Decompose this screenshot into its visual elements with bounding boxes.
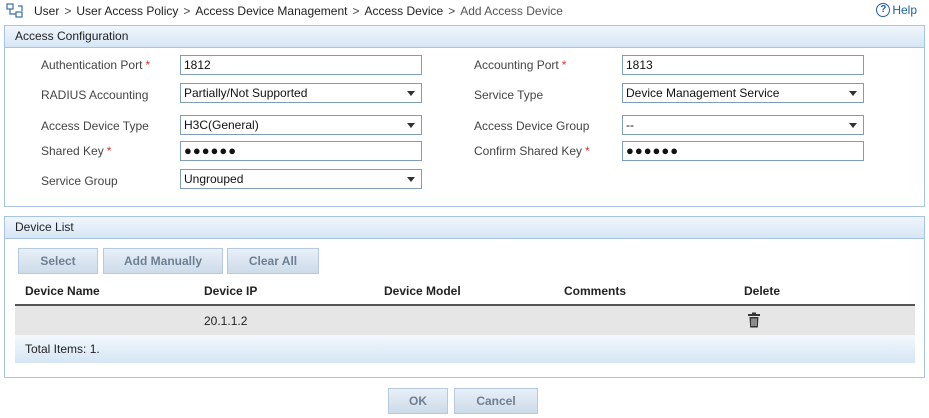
clear-all-button[interactable]: Clear All <box>227 248 319 274</box>
chevron-down-icon <box>407 123 415 128</box>
column-header-device-ip[interactable]: Device IP <box>204 284 257 298</box>
breadcrumb-item-access-device-management[interactable]: Access Device Management <box>195 4 347 18</box>
auth-port-input[interactable]: 1812 <box>180 55 422 75</box>
question-circle-icon: ? <box>876 3 891 17</box>
breadcrumb-item-access-device[interactable]: Access Device <box>365 4 444 18</box>
select-button[interactable]: Select <box>18 248 98 274</box>
breadcrumb-item-user-access-policy[interactable]: User Access Policy <box>76 4 178 18</box>
access-device-group-select[interactable]: -- <box>622 115 864 135</box>
help-label: Help <box>892 3 917 17</box>
breadcrumb: User > User Access Policy > Access Device Ma… <box>34 4 563 18</box>
shared-key-input[interactable]: ●●●●●● <box>180 141 422 161</box>
breadcrumb-separator: > <box>64 4 72 18</box>
shared-key-label: Shared Key * <box>41 144 112 158</box>
auth-port-label: Authentication Port * <box>41 58 151 72</box>
breadcrumb-separator: > <box>352 4 360 18</box>
radius-accounting-label: RADIUS Accounting <box>41 88 149 102</box>
breadcrumb-bar: User > User Access Policy > Access Device Ma… <box>0 0 929 22</box>
ok-button[interactable]: OK <box>388 388 448 414</box>
device-list-title: Device List <box>5 217 924 239</box>
service-type-label: Service Type <box>474 88 544 102</box>
access-device-type-label: Access Device Type <box>41 119 149 133</box>
breadcrumb-item-user[interactable]: User <box>34 4 59 18</box>
confirm-shared-key-label: Confirm Shared Key * <box>474 144 590 158</box>
network-device-icon <box>6 3 23 18</box>
chevron-down-icon <box>407 177 415 182</box>
help-link[interactable]: ? Help <box>876 3 917 17</box>
breadcrumb-separator: > <box>183 4 191 18</box>
breadcrumb-item-current: Add Access Device <box>460 4 563 18</box>
access-configuration-panel: Access Configuration Authentication Port… <box>4 25 925 207</box>
column-header-comments[interactable]: Comments <box>564 284 626 298</box>
accounting-port-label: Accounting Port * <box>474 58 567 72</box>
cancel-button[interactable]: Cancel <box>454 388 538 414</box>
add-manually-button[interactable]: Add Manually <box>103 248 223 274</box>
chevron-down-icon <box>849 123 857 128</box>
accounting-port-input[interactable]: 1813 <box>622 55 864 75</box>
service-group-label: Service Group <box>41 174 118 188</box>
chevron-down-icon <box>407 91 415 96</box>
breadcrumb-separator: > <box>448 4 456 18</box>
access-device-group-label: Access Device Group <box>474 119 590 133</box>
table-row: 20.1.1.2 <box>15 306 915 335</box>
chevron-down-icon <box>849 91 857 96</box>
confirm-shared-key-input[interactable]: ●●●●●● <box>622 141 864 161</box>
table-footer-total: Total Items: 1. <box>15 335 915 363</box>
device-list-panel: Device List Select Add Manually Clear Al… <box>4 216 925 378</box>
service-group-select[interactable]: Ungrouped <box>180 169 422 189</box>
radius-accounting-select[interactable]: Partially/Not Supported <box>180 83 422 103</box>
access-configuration-title: Access Configuration <box>5 26 924 48</box>
column-header-device-name[interactable]: Device Name <box>25 284 100 298</box>
service-type-select[interactable]: Device Management Service <box>622 83 864 103</box>
trash-icon[interactable] <box>747 312 761 328</box>
access-device-type-select[interactable]: H3C(General) <box>180 115 422 135</box>
cell-device-ip: 20.1.1.2 <box>204 314 248 328</box>
column-header-delete: Delete <box>744 284 781 298</box>
column-header-device-model[interactable]: Device Model <box>384 284 461 298</box>
